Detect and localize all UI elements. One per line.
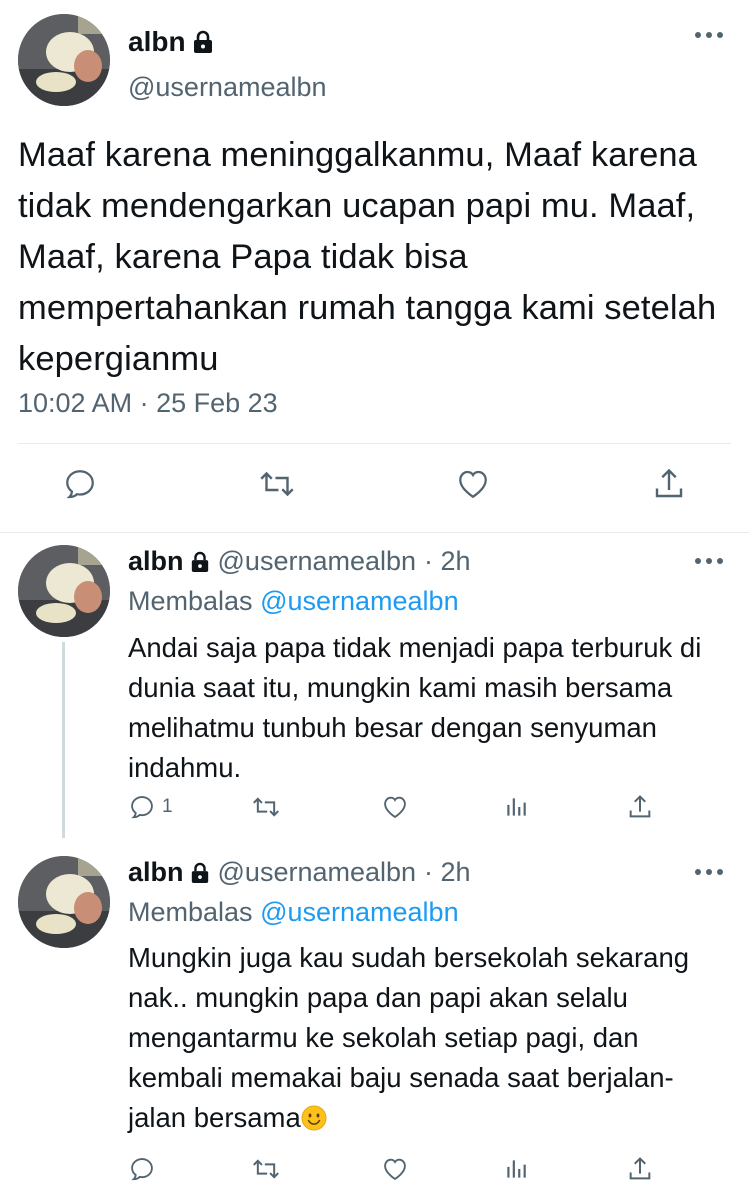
mention-link[interactable]: @usernamealbn xyxy=(260,897,459,927)
reply-actions: 1 xyxy=(0,792,749,826)
reply-header: albn @usernamealbn · 2h xyxy=(128,546,471,577)
tweet-text: Maaf karena meninggalkanmu, Maaf karena … xyxy=(18,136,717,378)
reply-icon[interactable]: 1 xyxy=(128,792,173,822)
avatar[interactable] xyxy=(18,856,110,948)
avatar[interactable] xyxy=(18,545,110,637)
reply-count: 1 xyxy=(162,796,173,817)
separator xyxy=(0,532,749,533)
lock-icon xyxy=(190,862,210,884)
share-icon[interactable] xyxy=(626,1154,654,1184)
author-handle[interactable]: @usernamealbn xyxy=(128,72,327,103)
replying-to: Membalas @usernamealbn xyxy=(128,897,459,928)
author-name[interactable]: albn xyxy=(128,857,184,888)
lock-icon xyxy=(192,30,214,54)
retweet-icon[interactable] xyxy=(250,792,282,822)
mention-link[interactable]: @usernamealbn xyxy=(260,586,459,616)
reply-actions xyxy=(0,1154,749,1188)
author-handle[interactable]: @usernamealbn xyxy=(218,857,417,888)
tweet-actions xyxy=(0,466,749,510)
reply-text-content: Mungkin juga kau sudah bersekolah sekara… xyxy=(128,942,690,1133)
replying-label: Membalas xyxy=(128,586,253,616)
lock-icon xyxy=(190,551,210,573)
like-icon[interactable] xyxy=(454,466,490,506)
more-options-icon[interactable] xyxy=(694,556,724,566)
author-name[interactable]: albn xyxy=(128,26,214,58)
reply-text: Mungkin juga kau sudah bersekolah sekara… xyxy=(128,938,728,1138)
reply-header: albn @usernamealbn · 2h xyxy=(128,857,471,888)
retweet-icon[interactable] xyxy=(250,1154,282,1184)
author-handle[interactable]: @usernamealbn xyxy=(218,546,417,577)
share-icon[interactable] xyxy=(626,792,654,822)
more-options-icon[interactable] xyxy=(694,867,724,877)
like-icon[interactable] xyxy=(380,1154,410,1184)
retweet-icon[interactable] xyxy=(257,466,294,506)
replying-to: Membalas @usernamealbn xyxy=(128,586,459,617)
divider xyxy=(18,443,731,444)
analytics-icon[interactable] xyxy=(503,792,529,822)
avatar[interactable] xyxy=(18,14,110,106)
reply-text: Andai saja papa tidak menjadi papa terbu… xyxy=(128,632,702,783)
replying-label: Membalas xyxy=(128,897,253,927)
smile-emoji-icon xyxy=(301,1105,327,1131)
more-options-icon[interactable] xyxy=(694,30,724,40)
analytics-icon[interactable] xyxy=(503,1154,529,1184)
like-icon[interactable] xyxy=(380,792,410,822)
reply-icon[interactable] xyxy=(62,466,98,506)
reply-time[interactable]: · 2h xyxy=(424,546,471,577)
share-icon[interactable] xyxy=(651,466,687,506)
author-name-text: albn xyxy=(128,26,186,57)
tweet-timestamp[interactable]: 10:02 AM · 25 Feb 23 xyxy=(18,388,278,419)
author-name[interactable]: albn xyxy=(128,546,184,577)
reply-icon[interactable] xyxy=(128,1154,156,1184)
reply-time[interactable]: · 2h xyxy=(424,857,471,888)
